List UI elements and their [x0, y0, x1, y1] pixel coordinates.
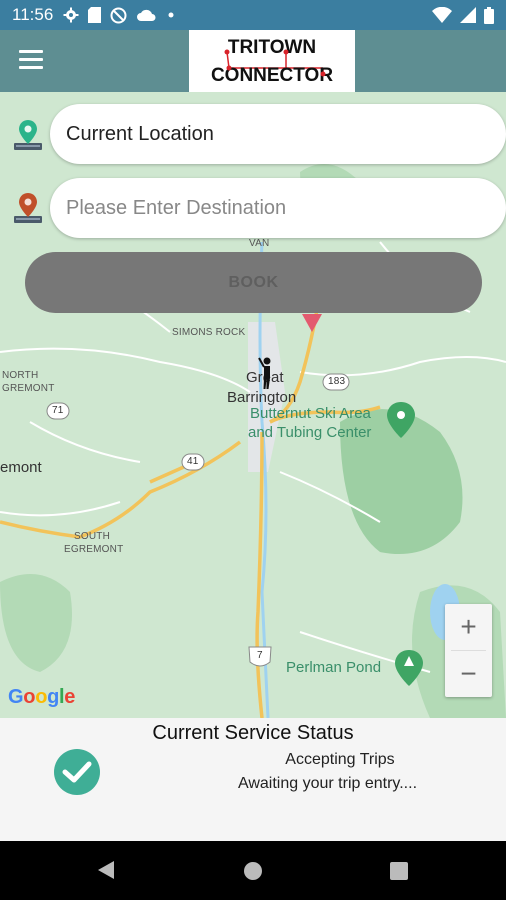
- current-location-input[interactable]: [66, 122, 506, 146]
- zoom-out-button[interactable]: −: [445, 651, 492, 697]
- wifi-icon: [432, 7, 452, 23]
- navigation-bar: [0, 841, 506, 900]
- service-status-title: Current Service Status: [152, 722, 354, 744]
- home-icon[interactable]: [243, 861, 263, 881]
- route-7-label: 7: [257, 650, 263, 661]
- status-time: 11:56: [12, 5, 54, 24]
- tritown-connector-logo: TRITOWN CONNECTOR: [189, 30, 355, 92]
- gear-icon: [63, 7, 79, 23]
- map-label-van: VAN: [249, 238, 270, 249]
- logo-line1: TRITOWN: [228, 37, 316, 58]
- service-status-panel: Current Service Status Accepting Trips A…: [0, 718, 506, 841]
- sd-card-icon: [88, 7, 102, 23]
- map-poi-perlman-pond[interactable]: Perlman Pond: [286, 658, 381, 677]
- back-icon[interactable]: [96, 859, 116, 881]
- book-button[interactable]: BOOK: [25, 252, 482, 313]
- destination-pin-icon: [14, 193, 42, 223]
- map-label-south-egremont-2: EGREMONT: [64, 544, 124, 555]
- destination-field[interactable]: [50, 178, 506, 238]
- map-label-south-egremont-1: SOUTH: [74, 531, 110, 542]
- current-location-field[interactable]: [50, 104, 506, 164]
- map-label-simons-rock: SIMONS ROCK: [172, 327, 246, 338]
- dot-icon: [165, 9, 177, 21]
- route-71-label: 71: [52, 405, 64, 416]
- map-poi-butternut-2[interactable]: and Tubing Center: [248, 423, 371, 442]
- menu-icon[interactable]: [19, 50, 43, 70]
- service-status-line2: Awaiting your trip entry....: [237, 775, 418, 792]
- destination-input[interactable]: [66, 196, 506, 220]
- google-logo: Google: [8, 686, 76, 708]
- cloud-icon: [136, 8, 156, 22]
- origin-pin-icon: [14, 120, 42, 150]
- cell-signal-icon: [460, 7, 476, 23]
- route-41-label: 41: [187, 456, 199, 467]
- checkmark-icon: [54, 749, 100, 795]
- map-label-north-egremont-2: GREMONT: [2, 383, 55, 394]
- user-location-person-icon: [258, 357, 271, 389]
- zoom-controls: + −: [445, 604, 492, 697]
- service-status-line1: Accepting Trips: [285, 751, 395, 768]
- recents-icon[interactable]: [390, 862, 408, 880]
- status-icons-right: [432, 6, 494, 24]
- status-bar: 11:56: [0, 0, 506, 30]
- no-sync-icon: [110, 7, 127, 24]
- zoom-in-button[interactable]: +: [445, 604, 492, 650]
- map-town-egremont: emont: [0, 459, 42, 476]
- route-183-label: 183: [328, 376, 346, 387]
- app-bar: TRITOWN CONNECTOR: [0, 30, 506, 92]
- status-icons-left: [63, 7, 177, 24]
- map-poi-butternut-1[interactable]: Butternut Ski Area: [250, 404, 371, 423]
- map-label-north-egremont-1: NORTH: [2, 370, 39, 381]
- battery-icon: [484, 6, 494, 24]
